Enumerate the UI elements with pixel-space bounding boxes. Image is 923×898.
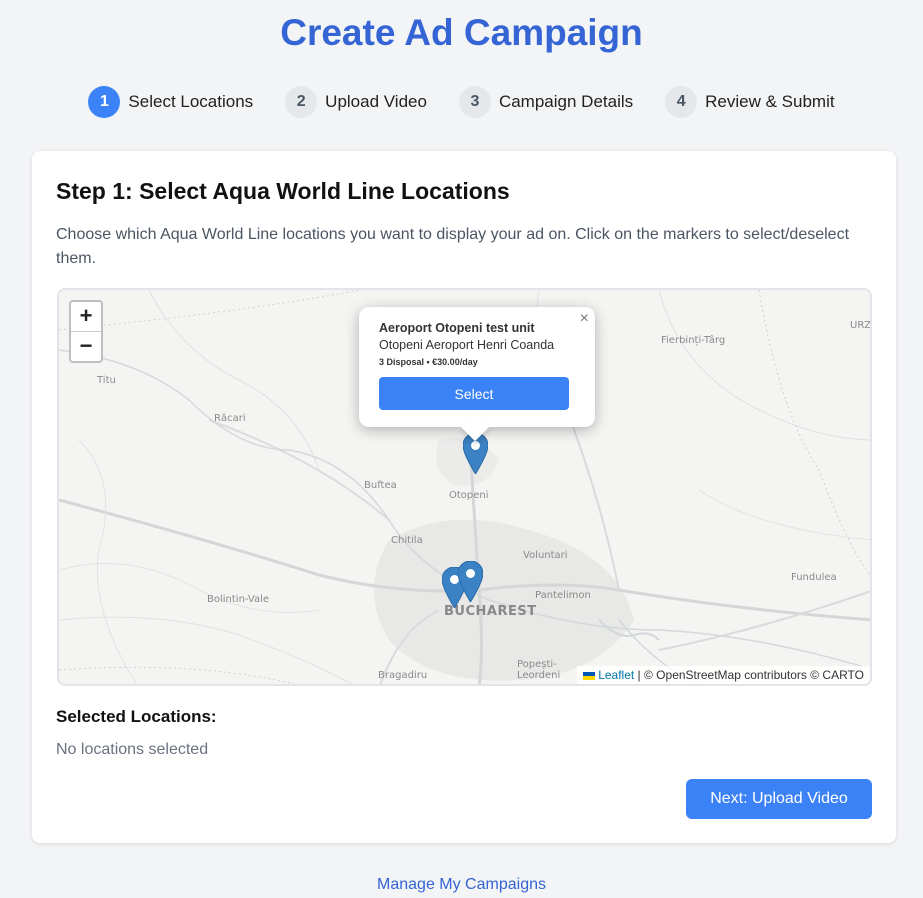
place-label: Bolintin-Vale (207, 594, 270, 605)
place-label: URZ (850, 320, 872, 331)
locations-map[interactable]: + − Titu Răcari Buftea Otopeni Chitila V… (57, 288, 872, 686)
manage-campaigns-link[interactable]: Manage My Campaigns (0, 876, 923, 894)
place-label: Fundulea (791, 572, 837, 583)
next-upload-video-button[interactable]: Next: Upload Video (686, 779, 872, 819)
close-icon[interactable]: × (580, 310, 589, 328)
stepper: 1 Select Locations 2 Upload Video 3 Camp… (0, 86, 923, 118)
map-attribution: Leaflet | © OpenStreetMap contributors ©… (577, 666, 870, 684)
popup-meta: 3 Disposal • €30.00/day (379, 357, 478, 367)
place-label: Voluntari (523, 550, 568, 561)
step-label: Campaign Details (498, 92, 634, 111)
place-label: Răcari (214, 413, 246, 424)
step-number: 3 (458, 86, 491, 118)
place-label: Titu (97, 375, 116, 386)
select-location-button[interactable]: Select (379, 377, 569, 410)
step-number: 1 (88, 86, 121, 118)
step-label: Upload Video (325, 92, 427, 111)
zoom-out-button[interactable]: − (71, 332, 101, 362)
page-title: Create Ad Campaign (280, 12, 643, 53)
step-review-submit[interactable]: 4 Review & Submit (665, 86, 835, 118)
place-label: Otopeni (449, 490, 489, 501)
place-label: Fierbinți-Târg (661, 335, 726, 346)
location-popup: × Aeroport Otopeni test unit Otopeni Aer… (359, 307, 595, 442)
map-marker-bucharest-2[interactable] (458, 561, 483, 602)
step-number: 2 (285, 86, 318, 118)
attribution-text: | © OpenStreetMap contributors © CARTO (634, 668, 864, 682)
leaflet-link[interactable]: Leaflet (598, 668, 634, 682)
selected-locations-empty: No locations selected (56, 741, 209, 758)
card-title: Step 1: Select Aqua World Line Locations (56, 178, 510, 204)
zoom-in-button[interactable]: + (71, 302, 101, 332)
ukraine-flag-icon (583, 671, 596, 680)
popup-title: Aeroport Otopeni test unit (379, 321, 535, 335)
place-label: Leordeni (517, 670, 561, 681)
zoom-control: + − (69, 300, 103, 363)
step-number: 4 (665, 86, 698, 118)
location-card: Step 1: Select Aqua World Line Locations… (32, 151, 896, 843)
place-label: Bragadiru (378, 670, 428, 681)
popup-address: Otopeni Aeroport Henri Coanda (379, 338, 555, 352)
place-label: Popești- (517, 659, 557, 670)
step-label: Review & Submit (705, 92, 835, 111)
step-select-locations[interactable]: 1 Select Locations (88, 86, 253, 118)
place-label: Buftea (364, 480, 397, 491)
step-label: Select Locations (128, 92, 254, 111)
selected-locations-heading: Selected Locations: (56, 707, 217, 726)
step-upload-video[interactable]: 2 Upload Video (285, 86, 427, 118)
card-description: Choose which Aqua World Line locations y… (56, 226, 850, 267)
place-label: Pantelimon (535, 590, 591, 601)
place-label: Chitila (391, 535, 423, 546)
step-campaign-details[interactable]: 3 Campaign Details (458, 86, 634, 118)
